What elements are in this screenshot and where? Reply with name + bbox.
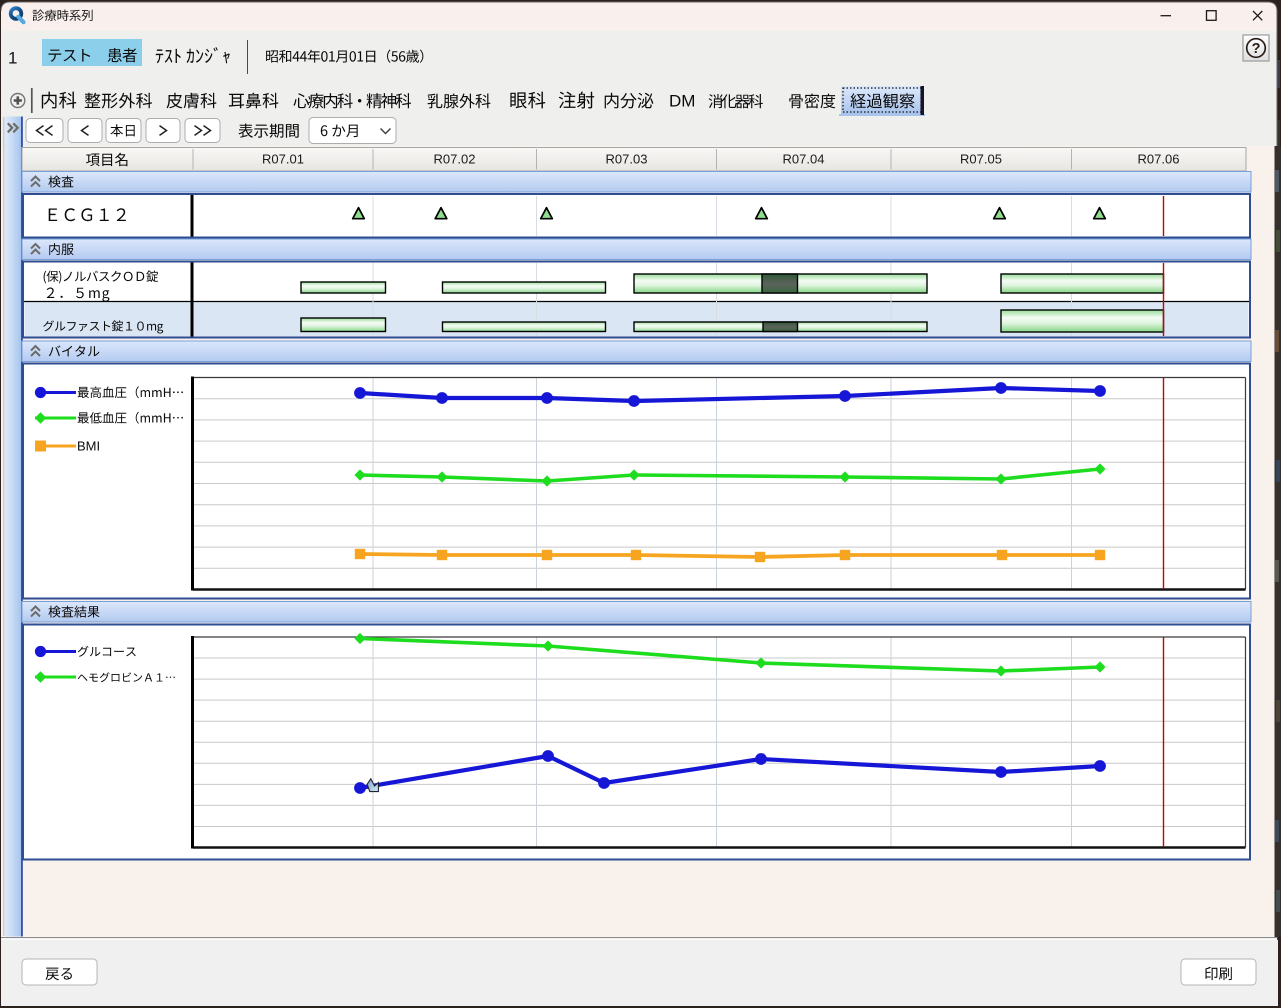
svg-text:?: ? bbox=[1252, 41, 1261, 57]
svg-text:R07.05: R07.05 bbox=[960, 152, 1002, 167]
svg-text:R07.04: R07.04 bbox=[783, 152, 825, 167]
svg-text:BMI: BMI bbox=[77, 439, 100, 454]
svg-text:R07.06: R07.06 bbox=[1138, 152, 1180, 167]
svg-text:R07.02: R07.02 bbox=[434, 152, 476, 167]
svg-text:R07.03: R07.03 bbox=[606, 152, 648, 167]
svg-text:1: 1 bbox=[8, 49, 17, 68]
svg-text:R07.01: R07.01 bbox=[262, 152, 304, 167]
svg-text:DM: DM bbox=[669, 92, 695, 111]
